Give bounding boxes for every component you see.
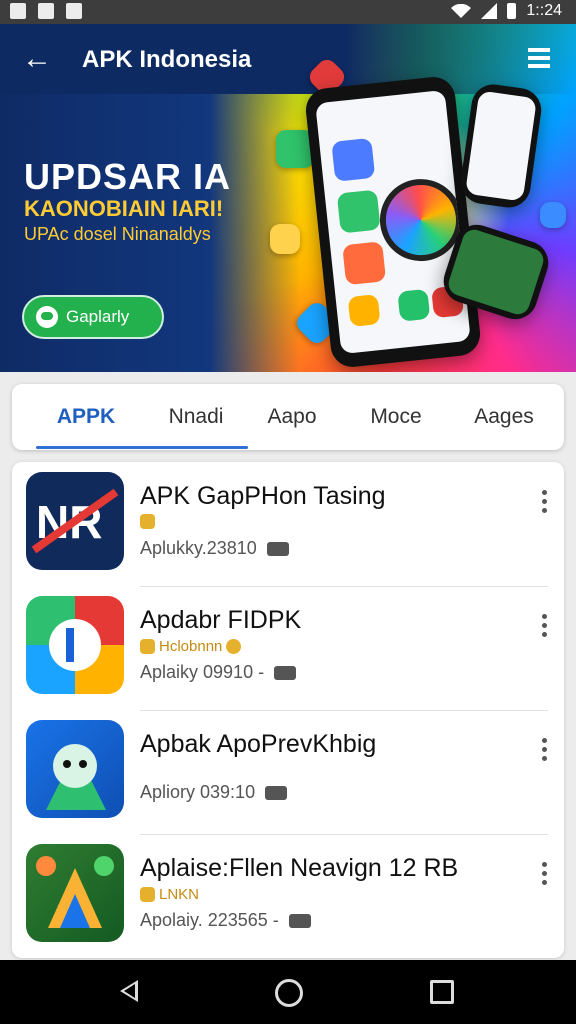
more-vert-icon[interactable] — [542, 738, 548, 765]
gallery-icon — [38, 3, 54, 19]
app-name: Apdabr FIDPK — [140, 606, 302, 634]
phone-mockup-main — [303, 74, 483, 370]
app-subtitle-text: Apliory 039:10 — [140, 782, 256, 802]
notification-icon — [10, 3, 26, 19]
app-subtitle: Aplaiky 09910 - — [140, 662, 297, 683]
hero-banner: ← APK Indonesia UPDSAR IA KAONOBIAIN IAR… — [0, 24, 576, 372]
nav-recents-icon[interactable] — [430, 980, 454, 1004]
list-item[interactable]: Apdabr FIDPK Hclobnnn Aplaiky 09910 - — [12, 586, 564, 710]
download-icon[interactable] — [266, 541, 289, 556]
list-item[interactable]: Aplaise:Fllen Neavign 12 RB LNKN Apolaiy… — [12, 834, 564, 958]
category-tabs: APPK Nnadi Aapo Moce Aages — [12, 384, 564, 450]
chat-icon — [36, 306, 58, 328]
tab-appk[interactable]: APPK — [36, 384, 136, 450]
tab-indicator — [36, 446, 248, 449]
more-vert-icon[interactable] — [542, 490, 548, 517]
app-subtitle: Apolaiy. 223565 - — [140, 910, 311, 931]
sticker-icon — [270, 224, 300, 254]
app-list: NR APK GapPHon Tasing Aplukky.23810 Apda… — [12, 462, 564, 958]
more-vert-icon[interactable] — [542, 614, 548, 641]
status-time: 1::24 — [526, 2, 562, 19]
battery-icon — [507, 3, 517, 19]
lock-icon — [140, 514, 155, 529]
banner-cta-label: Gaplarly — [66, 307, 130, 326]
lock-icon — [140, 887, 155, 902]
app-tag: LNKN — [140, 886, 199, 903]
app-name: Apbak ApoPrevKhbig — [140, 730, 377, 758]
app-subtitle: Aplukky.23810 — [140, 538, 289, 559]
app-tag-text: Hclobnnn — [159, 638, 223, 655]
banner-headline: UPDSAR IA — [24, 156, 232, 197]
app-subtitle-text: Aplukky.23810 — [140, 538, 257, 558]
list-item[interactable]: Apbak ApoPrevKhbig Apliory 039:10 — [12, 710, 564, 834]
app-icon-aplaise — [26, 844, 124, 942]
app-icon-apdabr — [26, 596, 124, 694]
tab-moce[interactable]: Moce — [346, 384, 446, 450]
download-icon[interactable] — [265, 785, 288, 800]
app-name: Aplaise:Fllen Neavign 12 RB — [140, 854, 459, 882]
tab-aages[interactable]: Aages — [454, 384, 554, 450]
back-arrow-icon[interactable]: ← — [22, 44, 52, 74]
app-subtitle: Apliory 039:10 — [140, 782, 288, 803]
banner-tagline: UPAc dosel Ninanaldys — [24, 224, 211, 244]
download-icon[interactable] — [274, 665, 297, 680]
more-vert-icon[interactable] — [542, 862, 548, 889]
app-subtitle-text: Aplaiky 09910 - — [140, 662, 265, 682]
app-icon-apbak — [26, 720, 124, 818]
app-icon-apk: NR — [26, 472, 124, 570]
page-title: APK Indonesia — [82, 46, 252, 73]
banner-subheadline: KAONOBIAIN IARI! — [24, 196, 224, 221]
app-name: APK GapPHon Tasing — [140, 482, 386, 510]
status-bar: 1::24 — [0, 0, 576, 24]
app-tag: Hclobnnn — [140, 638, 242, 655]
navigation-bar — [0, 960, 576, 1024]
video-app-icon — [540, 202, 566, 228]
app-tag-text: LNKN — [159, 886, 200, 903]
signal-icon — [481, 3, 498, 19]
image-icon — [66, 3, 82, 19]
lock-icon — [140, 639, 155, 654]
list-item[interactable]: NR APK GapPHon Tasing Aplukky.23810 — [12, 462, 564, 586]
app-subtitle-text: Apolaiy. 223565 - — [140, 910, 279, 930]
wifi-icon — [451, 4, 472, 18]
nav-home-icon[interactable] — [275, 979, 303, 1007]
tab-nnadi[interactable]: Nnadi — [146, 384, 246, 450]
download-icon[interactable] — [288, 913, 311, 928]
nav-back-icon[interactable] — [120, 980, 138, 1002]
menu-list-icon[interactable] — [528, 48, 550, 68]
banner-cta-button[interactable]: Gaplarly — [22, 295, 164, 339]
app-tag — [140, 514, 155, 529]
tab-aapo[interactable]: Aapo — [242, 384, 342, 450]
badge-icon — [226, 639, 242, 654]
phone-mockup-secondary — [457, 81, 545, 211]
